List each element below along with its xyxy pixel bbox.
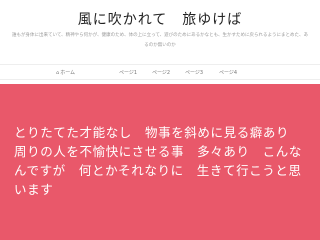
nav-item-label: ページ3 xyxy=(185,70,204,76)
site-description: 誰もが身体に出来ていて、精神やら何かが、健康のため、体の上に立って、遊びのために… xyxy=(12,33,308,48)
nav-item-label: ページ2 xyxy=(152,70,171,76)
hero-banner: とりたてた才能なし 物事を斜めに見る癖あり 周りの人を不愉快にさせる事 多々あり… xyxy=(0,84,320,240)
nav-item-page3[interactable]: ページ3 xyxy=(185,68,203,78)
page: 風に吹かれて 旅ゆけば 誰もが身体に出来ていて、精神やら何かが、健康のため、体の… xyxy=(0,0,320,240)
nav-bar: ⌂ホーム ページ1 ページ2 ページ3 ページ4 xyxy=(0,64,320,80)
nav-item-page1[interactable]: ページ1 xyxy=(119,68,137,78)
site-title[interactable]: 風に吹かれて 旅ゆけば xyxy=(0,9,320,29)
hero-text: とりたてた才能なし 物事を斜めに見る癖あり 周りの人を不愉快にさせる事 多々あり… xyxy=(14,125,316,197)
nav-item-label: ホーム xyxy=(60,70,76,76)
nav-item-label: ページ1 xyxy=(119,70,138,76)
home-icon: ⌂ xyxy=(56,70,60,76)
nav-item-page2[interactable]: ページ2 xyxy=(152,68,170,78)
nav-item-label: ページ4 xyxy=(219,70,238,76)
nav-item-home[interactable]: ⌂ホーム xyxy=(56,68,75,78)
nav-item-page4[interactable]: ページ4 xyxy=(219,68,237,78)
